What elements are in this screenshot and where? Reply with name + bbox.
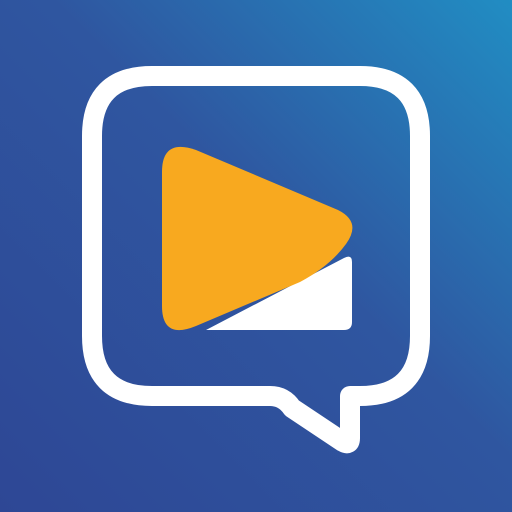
app-icon [0,0,512,512]
